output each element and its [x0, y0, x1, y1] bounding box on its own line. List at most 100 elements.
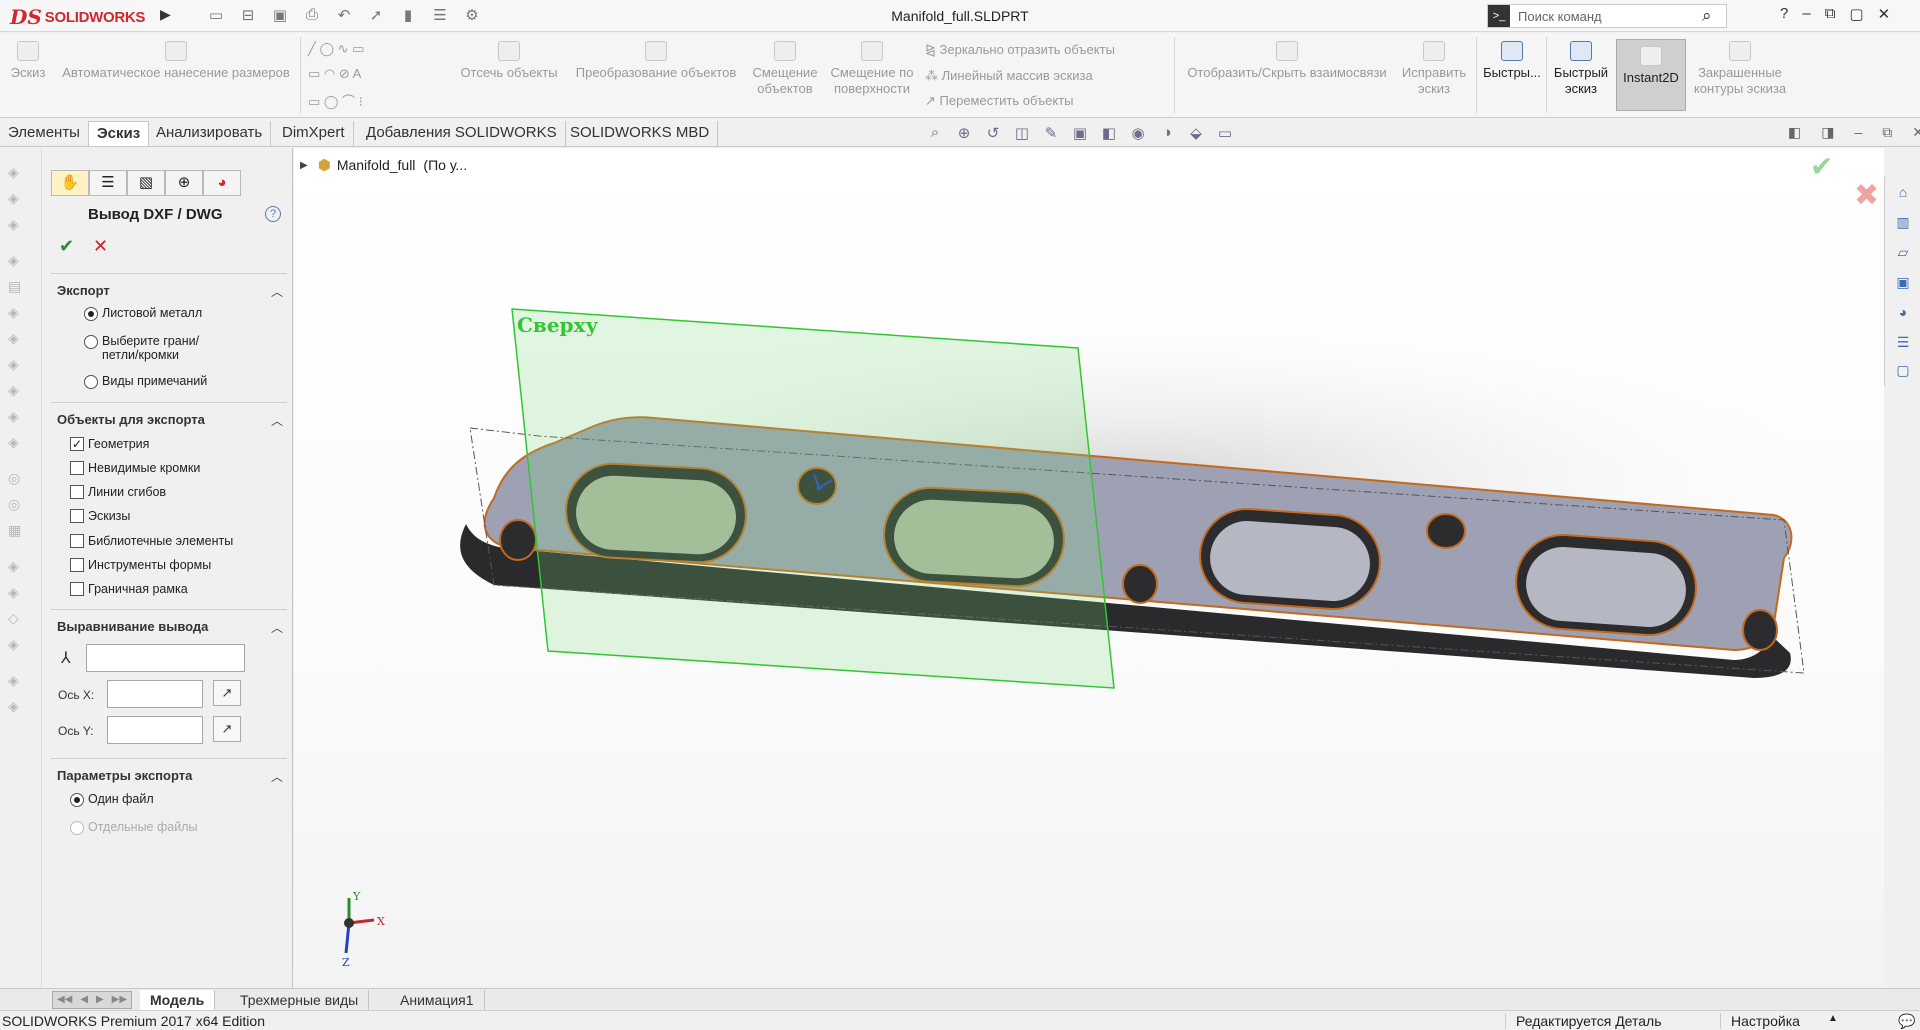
sketch-entities-tools[interactable]: ╱ ◯ ∿ ▭ [308, 41, 364, 57]
draft-icon[interactable]: ◈ [8, 382, 26, 398]
objects-section-header[interactable]: Объекты для экспорта [57, 412, 205, 427]
revolve-icon[interactable]: ◈ [8, 190, 26, 206]
file-explorer-icon[interactable]: ▱ [1894, 244, 1912, 262]
rapid-sketch-button[interactable]: Быстрый эскиз [1550, 41, 1612, 97]
command-search[interactable]: >_ Поиск команд ⌕ [1487, 4, 1727, 28]
reverse-y-button[interactable]: ↗ [213, 716, 241, 742]
tab-sketch[interactable]: Эскиз [88, 121, 150, 146]
collapse-chevron-icon[interactable]: ︿ [271, 768, 283, 785]
mirror-entities-button[interactable]: ⧎ Зеркально отразить объекты [925, 42, 1115, 58]
axis-y-field[interactable] [107, 716, 203, 744]
smart-dimension-button[interactable]: Автоматическое нанесение размеров [56, 41, 296, 81]
surfaces-icon[interactable]: ◈ [8, 698, 26, 714]
section-view-icon[interactable]: ◫ [1012, 124, 1032, 142]
repair-sketch-button[interactable]: Исправить эскиз [1398, 41, 1470, 97]
checkbox-forming-tools[interactable]: Инструменты формы [70, 558, 211, 572]
feature-manager-tab[interactable]: ☰ [89, 170, 127, 196]
check-box[interactable] [70, 461, 84, 475]
trim-entities-button[interactable]: Отсечь объекты [455, 41, 563, 81]
flyout-feature-tree[interactable]: ▶ ⬢ Manifold_full (По у... [300, 156, 467, 174]
doc-minimize-icon[interactable]: – [1854, 124, 1862, 141]
doc-restore-icon[interactable]: ⧉ [1882, 124, 1892, 141]
export-section-header[interactable]: Экспорт [57, 283, 110, 298]
view-settings-icon[interactable]: ▭ [1215, 124, 1235, 142]
view-palette-icon[interactable]: ▣ [1894, 274, 1912, 292]
boundary-icon[interactable]: ▤ [8, 278, 26, 294]
display-style-icon[interactable]: ◧ [1099, 124, 1119, 142]
sheetmetal-icon[interactable]: ◇ [8, 610, 26, 626]
origin-selection-field[interactable] [86, 644, 245, 672]
check-box[interactable] [70, 582, 84, 596]
extrude-icon[interactable]: ◈ [8, 164, 26, 180]
quick-snaps-button[interactable]: Быстры... [1481, 41, 1543, 81]
instant2d-button[interactable]: Instant2D [1616, 39, 1686, 111]
check-box[interactable] [70, 509, 84, 523]
weldments-icon[interactable]: ◈ [8, 636, 26, 652]
display-manager-tab[interactable]: ◕ [203, 170, 241, 196]
convert-entities-button[interactable]: Преобразование объектов [568, 41, 744, 81]
sweep-icon[interactable]: ◈ [8, 216, 26, 232]
export-option-annotation-views[interactable]: Виды примечаний [84, 374, 207, 389]
dimxpert-manager-tab[interactable]: ⊕ [165, 170, 203, 196]
edit-appearance-icon[interactable]: ◑ [1157, 124, 1177, 142]
view-triad[interactable]: Y X Z [342, 890, 385, 969]
minimize-icon[interactable]: – [1802, 5, 1810, 23]
confirm-cancel-icon[interactable]: ✖ [1854, 178, 1879, 213]
radio-sheetmetal[interactable] [84, 307, 98, 321]
maximize-icon[interactable]: ▢ [1849, 5, 1863, 23]
checkbox-hidden-edges[interactable]: Невидимые кромки [70, 461, 200, 475]
wrap-icon[interactable]: ◈ [8, 434, 26, 450]
sketch-shapes-tools[interactable]: ▭ ◠ ⊘ A [308, 66, 361, 82]
rib-icon[interactable]: ◈ [8, 356, 26, 372]
checkbox-geometry[interactable]: ✓ Геометрия [70, 437, 149, 451]
dynamic-annotation-icon[interactable]: ✎ [1041, 124, 1061, 142]
search-icon[interactable]: ⌕ [1702, 6, 1726, 26]
appearances-icon[interactable]: ◕ [1894, 304, 1912, 322]
collapse-chevron-icon[interactable]: ︿ [271, 412, 283, 429]
instant3d-icon[interactable]: ◈ [8, 584, 26, 600]
radio-single-file[interactable] [70, 793, 84, 807]
params-section-header[interactable]: Параметры экспорта [57, 768, 192, 783]
shell-icon[interactable]: ◈ [8, 408, 26, 424]
confirm-ok-icon[interactable]: ✔ [1810, 150, 1833, 183]
top-plane[interactable] [511, 308, 1115, 689]
tab-features[interactable]: Элементы [0, 121, 89, 146]
help-icon[interactable]: ? [265, 206, 281, 222]
offset-on-surface-button[interactable]: Смещение по поверхности [826, 41, 918, 97]
linear-pattern-button[interactable]: ⁂ Линейный массив эскиза [925, 68, 1093, 84]
loft-icon[interactable]: ◈ [8, 252, 26, 268]
zoom-to-fit-icon[interactable]: ⌕ [925, 124, 945, 142]
collapse-chevron-icon[interactable]: ︿ [271, 619, 283, 636]
offset-entities-button[interactable]: Смещение объектов [750, 41, 820, 97]
reference-geometry-icon[interactable]: ▦ [8, 522, 26, 538]
checkbox-bend-lines[interactable]: Линии сгибов [70, 485, 166, 499]
pattern-icon[interactable]: ◈ [8, 330, 26, 346]
units-arrow-icon[interactable]: ▲ [1828, 1013, 1838, 1024]
expand-arrow-icon[interactable]: ▶ [300, 160, 308, 171]
fillet-icon[interactable]: ◈ [8, 304, 26, 320]
tab-mbd[interactable]: SOLIDWORKS MBD [562, 121, 719, 146]
custom-properties-icon[interactable]: ☰ [1894, 334, 1912, 352]
single-file-option[interactable]: Один файл [70, 792, 154, 807]
sketch-misc-tools[interactable]: ▭ ◯ ⌒ ⁝ [308, 91, 363, 110]
tooltip-icon[interactable]: 💬 [1898, 1013, 1915, 1030]
cancel-icon[interactable]: ✕ [93, 236, 108, 257]
restore-icon[interactable]: ⧉ [1825, 5, 1836, 23]
checkbox-sketches[interactable]: Эскизы [70, 509, 130, 523]
search-input[interactable]: Поиск команд [1510, 9, 1702, 24]
display-relations-button[interactable]: Отобразить/Скрыть взаимосвязи [1180, 41, 1394, 81]
tree-part-name[interactable]: Manifold_full [337, 157, 416, 173]
status-units[interactable]: Настройка [1720, 1013, 1800, 1029]
radio-faces[interactable] [84, 335, 98, 349]
graphics-area[interactable]: Сверху Y X Z [294, 148, 1884, 988]
tab-evaluate[interactable]: Анализировать [148, 121, 272, 146]
hide-show-icon[interactable]: ◉ [1128, 124, 1148, 142]
tile-right-icon[interactable]: ◨ [1821, 124, 1834, 141]
property-manager-tab[interactable]: ✋ [51, 170, 89, 196]
sketch-button[interactable]: Эскиз [8, 41, 48, 81]
radio-annotation-views[interactable] [84, 375, 98, 389]
forum-icon[interactable]: ▢ [1894, 362, 1912, 380]
reverse-x-button[interactable]: ↗ [213, 680, 241, 706]
help-icon[interactable]: ? [1780, 5, 1788, 23]
curves-icon[interactable]: ◈ [8, 558, 26, 574]
